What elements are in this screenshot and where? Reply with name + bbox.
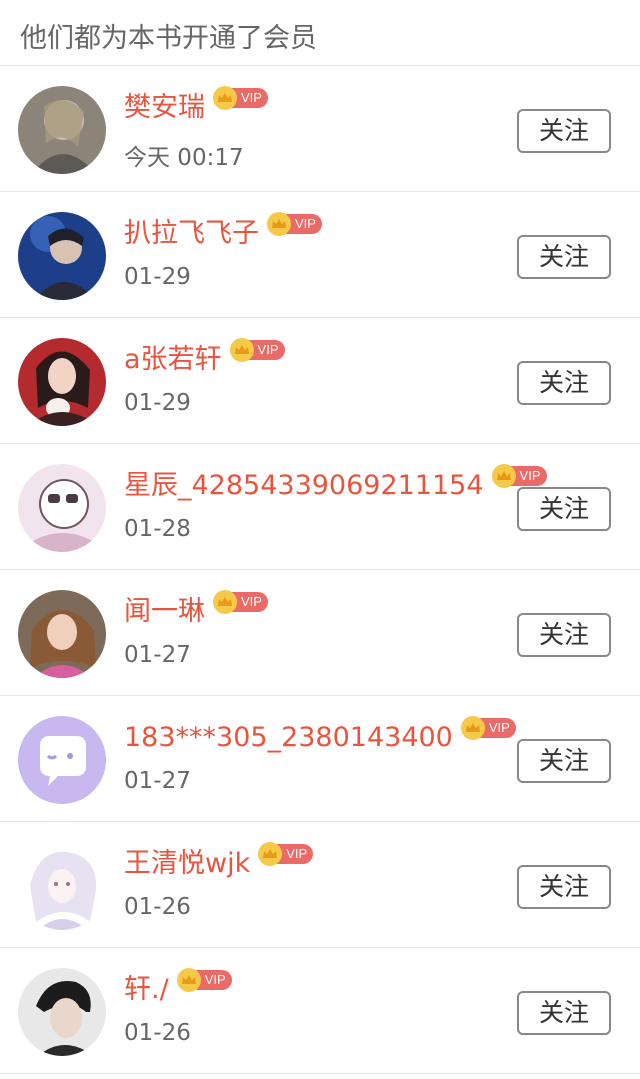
avatar[interactable] [18,338,106,426]
list-item[interactable]: 轩./ VIP 01-26 关注 [0,948,640,1074]
list-item[interactable]: 王清悦wjk VIP 01-26 关注 [0,822,640,948]
section-title: 他们都为本书开通了会员 [20,23,317,54]
join-date: 01-29 [124,390,191,416]
member-name[interactable]: 星辰_42854339069211154 [124,466,484,506]
member-name[interactable]: 183***305_2380143400 [124,718,453,758]
avatar[interactable] [18,842,106,930]
join-date: 今天 00:17 [124,145,244,171]
member-name[interactable]: 闻一琳 [124,592,205,632]
crown-icon [491,464,516,488]
avatar[interactable] [18,716,106,804]
avatar[interactable] [18,464,106,552]
join-date: 01-26 [124,894,191,920]
follow-button[interactable]: 关注 [517,739,611,783]
crown-icon [213,590,237,614]
follow-button[interactable]: 关注 [517,865,611,909]
crown-icon [460,716,485,740]
join-date: 01-27 [124,768,191,794]
name-line: 轩./ VIP [124,968,232,1010]
list-item[interactable]: 星辰_42854339069211154 VIP 01-28 关注 [0,444,640,570]
vip-badge: VIP [258,842,314,866]
name-line: 樊安瑞 VIP [124,86,268,128]
list-item[interactable]: 183***305_2380143400 VIP 01-27 关注 [0,696,640,822]
name-line: 183***305_2380143400 VIP [124,716,516,758]
member-name[interactable]: 王清悦wjk [124,844,250,884]
join-date: 01-29 [124,264,191,290]
avatar[interactable] [18,212,106,300]
follow-button[interactable]: 关注 [517,361,611,405]
vip-badge: VIP [491,464,547,488]
member-name[interactable]: 轩./ [124,970,169,1010]
member-list: 樊安瑞 VIP 今天 00:17 关注 扒拉飞飞子 VIP 01-29 关注 a… [0,66,640,1074]
avatar[interactable] [18,86,106,174]
vip-badge: VIP [213,86,268,110]
name-line: a张若轩 VIP [124,338,285,380]
list-item[interactable]: a张若轩 VIP 01-29 关注 [0,318,640,444]
join-date: 01-27 [124,642,191,668]
name-line: 扒拉飞飞子 VIP [124,212,322,254]
crown-icon [267,212,291,236]
list-item[interactable]: 樊安瑞 VIP 今天 00:17 关注 [0,66,640,192]
vip-badge: VIP [229,338,285,362]
join-date: 01-28 [124,516,191,542]
crown-icon [229,338,254,362]
member-name[interactable]: 扒拉飞飞子 [124,214,259,254]
section-header: 他们都为本书开通了会员 [0,0,640,66]
name-line: 星辰_42854339069211154 VIP [124,464,547,506]
vip-badge: VIP [213,590,268,614]
vip-badge: VIP [267,212,322,236]
follow-button[interactable]: 关注 [517,235,611,279]
vip-badge: VIP [460,716,516,740]
avatar[interactable] [18,968,106,1056]
list-item[interactable]: 闻一琳 VIP 01-27 关注 [0,570,640,696]
follow-button[interactable]: 关注 [517,613,611,657]
member-name[interactable]: a张若轩 [124,340,222,380]
follow-button[interactable]: 关注 [517,487,611,531]
join-date: 01-26 [124,1020,191,1046]
member-name[interactable]: 樊安瑞 [124,88,205,128]
avatar[interactable] [18,590,106,678]
list-item[interactable]: 扒拉飞飞子 VIP 01-29 关注 [0,192,640,318]
name-line: 闻一琳 VIP [124,590,268,632]
follow-button[interactable]: 关注 [517,991,611,1035]
follow-button[interactable]: 关注 [517,109,611,153]
crown-icon [213,86,237,110]
vip-badge: VIP [176,968,232,992]
crown-icon [176,968,201,992]
name-line: 王清悦wjk VIP [124,842,314,884]
